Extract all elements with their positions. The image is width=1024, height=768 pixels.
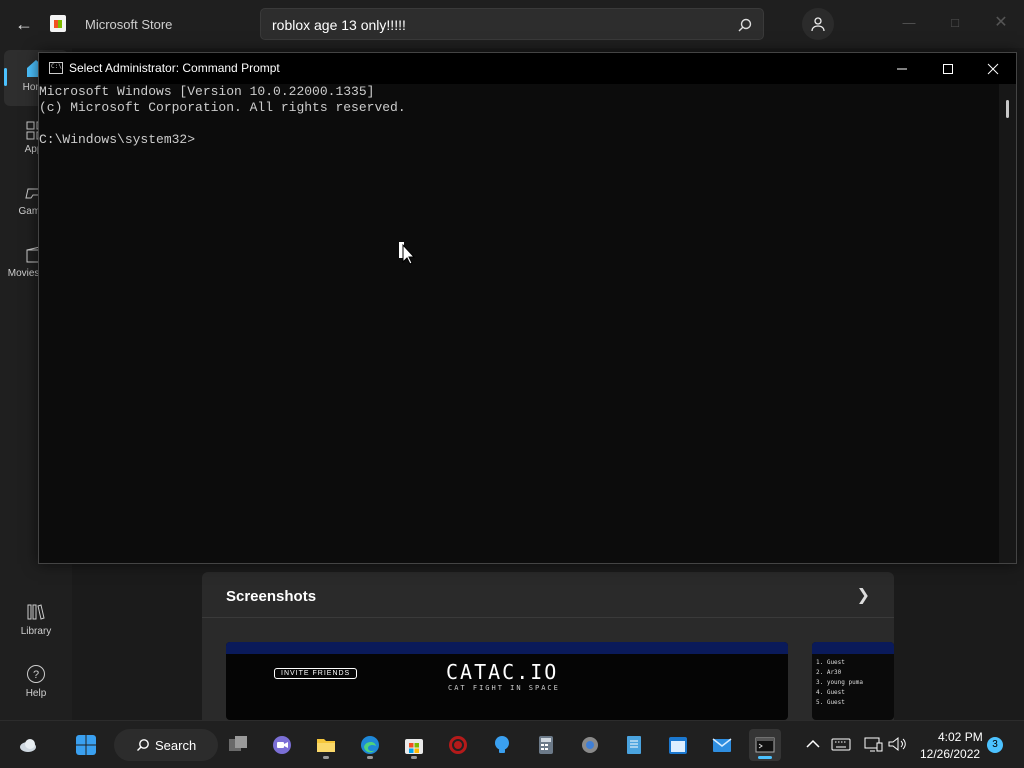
cmd-titlebar[interactable]: Select Administrator: Command Prompt — [39, 53, 1016, 84]
settings-icon — [582, 737, 598, 753]
taskbar: Search 4:02 PM 12/26/2022 3 — [0, 720, 1024, 768]
notification-badge[interactable]: 3 — [987, 737, 1003, 753]
close-icon — [987, 63, 999, 75]
maximize-icon — [943, 64, 953, 74]
task-view-button[interactable] — [222, 729, 254, 761]
game-app-button[interactable] — [442, 729, 474, 761]
chevron-up-icon[interactable] — [802, 733, 824, 755]
file-explorer-button[interactable] — [310, 729, 342, 761]
tips-button[interactable] — [486, 729, 518, 761]
start-icon — [76, 735, 96, 755]
store-search-input[interactable]: roblox age 13 only!!!!! — [272, 17, 406, 33]
sidebar-item-help[interactable]: ? Help — [4, 658, 68, 708]
cmd-close-button[interactable] — [970, 53, 1016, 84]
screenshots-title: Screenshots — [226, 588, 317, 605]
store-maximize-button[interactable]: □ — [932, 8, 978, 38]
chevron-right-icon[interactable]: ❯ — [857, 585, 870, 605]
calculator-icon — [539, 736, 553, 754]
console-line: Microsoft Windows [Version 10.0.22000.13… — [39, 84, 375, 99]
screenshot-navbar — [226, 642, 788, 654]
screenshot-game-title: CATAC.IO — [446, 660, 559, 684]
screenshot-thumbnail[interactable]: INVITE FRIENDS CATAC.IO CAT FIGHT IN SPA… — [226, 642, 788, 720]
terminal-button[interactable] — [749, 729, 781, 761]
console-prompt[interactable]: C:\Windows\system32> — [39, 132, 999, 148]
teams-chat-icon — [273, 736, 291, 754]
edge-button[interactable] — [354, 729, 386, 761]
help-icon: ? — [27, 665, 45, 683]
start-button[interactable] — [70, 729, 102, 761]
sidebar-item-label: Library — [20, 626, 52, 637]
screenshots-header[interactable]: Screenshots ❯ — [202, 572, 894, 618]
widgets-button[interactable] — [12, 729, 44, 761]
library-icon — [27, 604, 45, 620]
cmd-scrollbar[interactable] — [999, 84, 1016, 563]
running-indicator — [411, 756, 417, 759]
search-icon[interactable] — [737, 17, 753, 33]
calculator-button[interactable] — [530, 729, 562, 761]
cmd-console-output[interactable]: Microsoft Windows [Version 10.0.22000.13… — [39, 84, 999, 563]
active-indicator — [758, 756, 772, 759]
leaderboard-row: 5. Guest — [816, 699, 845, 706]
back-arrow-icon[interactable]: ← — [12, 12, 36, 36]
sidebar-item-library[interactable]: Library — [4, 596, 68, 646]
leaderboard-row: 4. Guest — [816, 689, 845, 696]
profile-icon[interactable] — [802, 8, 834, 40]
running-indicator — [367, 756, 373, 759]
widgets-icon — [20, 739, 36, 752]
calendar-icon — [669, 737, 687, 754]
calendar-button[interactable] — [662, 729, 694, 761]
notepad-button[interactable] — [618, 729, 650, 761]
leaderboard-row: 1. Guest — [816, 659, 845, 666]
taskbar-search-button[interactable]: Search — [114, 729, 218, 761]
notepad-icon — [627, 736, 641, 754]
cmd-app-icon — [49, 62, 63, 74]
store-close-button[interactable]: ✕ — [978, 8, 1024, 38]
svg-text:?: ? — [33, 669, 39, 681]
leaderboard-row: 3. young puma — [816, 679, 863, 686]
minimize-icon — [897, 68, 907, 70]
screenshot-thumbnail[interactable]: 1. Guest 2. Ar30 3. young puma 4. Guest … — [812, 642, 894, 720]
mouse-cursor-icon — [399, 242, 416, 265]
terminal-icon — [755, 737, 775, 753]
edge-icon — [361, 736, 379, 754]
clock-time[interactable]: 4:02 PM — [938, 730, 983, 744]
screenshot-game-subtitle: CAT FIGHT IN SPACE — [448, 684, 560, 692]
settings-button[interactable] — [574, 729, 606, 761]
mail-button[interactable] — [706, 729, 738, 761]
clock-date[interactable]: 12/26/2022 — [920, 747, 980, 761]
store-logo-icon — [50, 15, 66, 32]
cmd-maximize-button[interactable] — [925, 53, 971, 84]
screenshot-invite-text: INVITE FRIENDS — [274, 668, 358, 679]
cmd-minimize-button[interactable] — [879, 53, 925, 84]
store-titlebar: ← Microsoft Store roblox age 13 only!!!!… — [0, 0, 1024, 48]
store-minimize-button[interactable]: — — [886, 8, 932, 38]
taskbar-search-label: Search — [155, 738, 197, 753]
search-icon — [137, 739, 149, 751]
cmd-scroll-thumb[interactable] — [1006, 100, 1009, 118]
screenshot-navbar — [812, 642, 894, 654]
game-app-icon — [449, 736, 467, 754]
store-search-box[interactable]: roblox age 13 only!!!!! — [260, 8, 764, 40]
tips-icon — [495, 736, 509, 753]
store-app-name: Microsoft Store — [85, 17, 173, 32]
console-line: (c) Microsoft Corporation. All rights re… — [39, 100, 406, 115]
task-view-icon — [229, 736, 247, 751]
command-prompt-window[interactable]: Select Administrator: Command Prompt Mic… — [38, 52, 1017, 564]
keyboard-icon[interactable] — [830, 733, 852, 755]
store-button[interactable] — [398, 729, 430, 761]
teams-chat-button[interactable] — [266, 729, 298, 761]
sidebar-item-label: Help — [25, 688, 47, 699]
volume-icon[interactable] — [886, 733, 908, 755]
cmd-window-title: Select Administrator: Command Prompt — [69, 61, 280, 75]
running-indicator — [323, 756, 329, 759]
network-icon[interactable] — [862, 733, 884, 755]
screenshots-section: Screenshots ❯ INVITE FRIENDS CATAC.IO CA… — [202, 572, 894, 720]
leaderboard-row: 2. Ar30 — [816, 669, 842, 676]
mail-icon — [712, 738, 732, 752]
file-explorer-icon — [317, 739, 335, 752]
store-icon — [405, 739, 423, 754]
